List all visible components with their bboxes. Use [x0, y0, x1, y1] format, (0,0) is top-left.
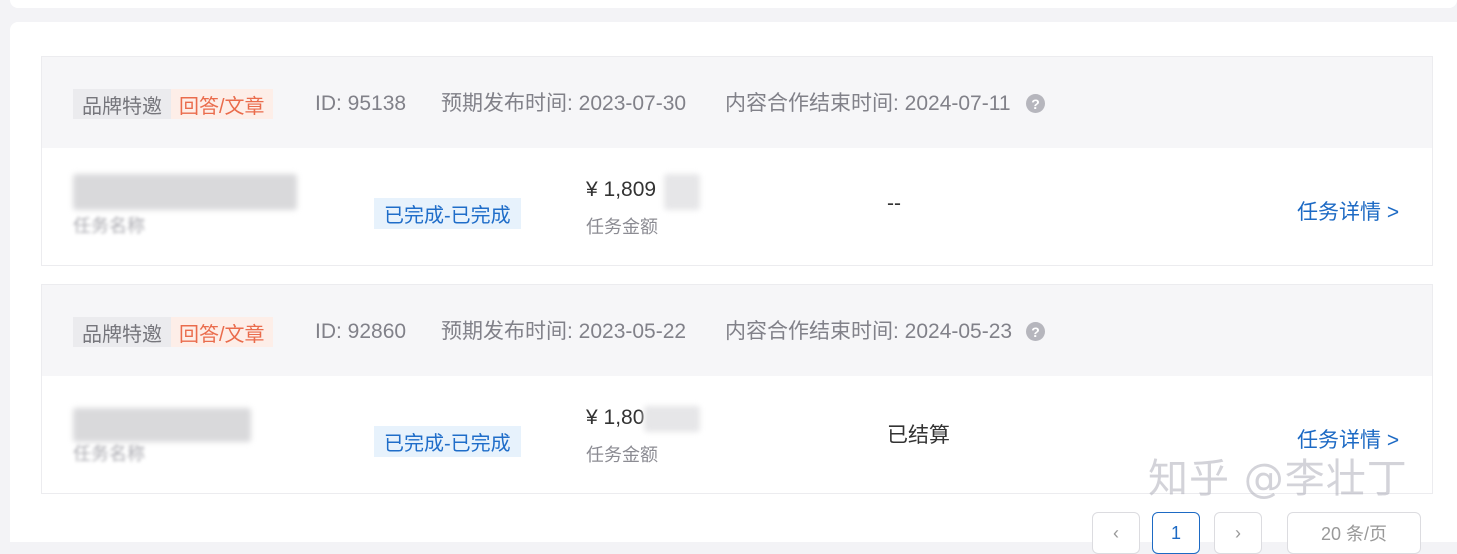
redacted-task-name: [73, 408, 251, 442]
status-badge: 已完成-已完成: [374, 198, 521, 229]
task-type-tag: 品牌特邀 回答/文章: [73, 317, 273, 347]
task-amount: ¥ 1,809: [586, 178, 657, 201]
prev-page-button[interactable]: ‹: [1092, 512, 1140, 554]
top-card: [10, 0, 1457, 8]
brand-invite-tag: 品牌特邀: [73, 317, 171, 347]
task-detail-link[interactable]: 任务详情 >: [1297, 196, 1399, 226]
task-header: 品牌特邀 回答/文章 ID: 95138 预期发布时间: 2023-07-30 …: [42, 57, 1432, 148]
amount-label: 任务金额: [586, 445, 658, 465]
status-badge: 已完成-已完成: [374, 426, 521, 457]
redacted-amount: [664, 174, 700, 210]
redacted-task-name: [73, 174, 297, 210]
brand-invite-tag: 品牌特邀: [73, 89, 171, 119]
page-1-button[interactable]: 1: [1152, 512, 1200, 554]
end-time: 内容合作结束时间: 2024-07-11: [725, 92, 1011, 115]
publish-time: 预期发布时间: 2023-05-22: [441, 320, 687, 343]
task-header: 品牌特邀 回答/文章 ID: 92860 预期发布时间: 2023-05-22 …: [42, 285, 1432, 376]
task-amount: ¥ 1,80: [586, 406, 645, 429]
redacted-amount: [644, 406, 700, 432]
task-name-label: 任务名称: [73, 216, 145, 236]
task-card: 品牌特邀 回答/文章 ID: 95138 预期发布时间: 2023-07-30 …: [41, 56, 1433, 266]
content-type-tag: 回答/文章: [171, 317, 273, 347]
settlement-status: --: [887, 192, 901, 215]
settlement-status: 已结算: [887, 424, 950, 447]
task-body: 任务名称 已完成-已完成 ¥ 1,809 任务金额 -- 任务详情 >: [42, 148, 1432, 265]
page-size-select[interactable]: 20 条/页: [1287, 512, 1421, 554]
help-icon[interactable]: ?: [1026, 322, 1045, 341]
task-id: ID: 95138: [315, 92, 407, 115]
end-time: 内容合作结束时间: 2024-05-23: [725, 320, 1013, 343]
watermark: 知乎 @李壮丁: [1148, 456, 1408, 502]
next-page-button[interactable]: ›: [1214, 512, 1262, 554]
content-type-tag: 回答/文章: [171, 89, 273, 119]
help-icon[interactable]: ?: [1026, 94, 1045, 113]
amount-label: 任务金额: [586, 217, 658, 237]
task-id: ID: 92860: [315, 320, 407, 343]
task-type-tag: 品牌特邀 回答/文章: [73, 89, 273, 119]
publish-time: 预期发布时间: 2023-07-30: [441, 92, 687, 115]
task-name-label: 任务名称: [73, 444, 145, 464]
